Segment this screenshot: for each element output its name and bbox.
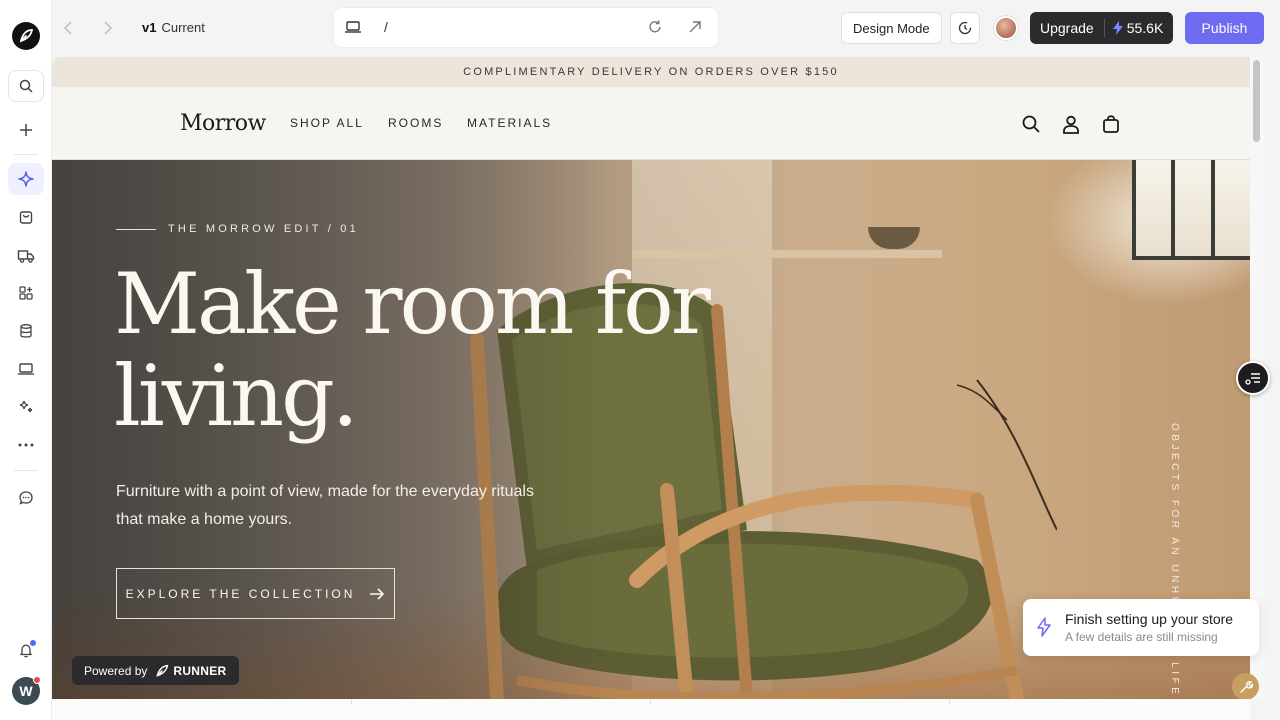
- magic-icon[interactable]: [8, 391, 44, 423]
- search-icon[interactable]: [8, 70, 44, 102]
- database-icon[interactable]: [8, 315, 44, 347]
- plus-icon[interactable]: [8, 114, 44, 146]
- hero-eyebrow: THE MORROW EDIT / 01: [116, 223, 359, 235]
- eyebrow-line: [116, 228, 156, 230]
- upgrade-button[interactable]: Upgrade 55.6K: [1030, 12, 1174, 44]
- wrench-icon[interactable]: [1232, 673, 1259, 700]
- truck-icon[interactable]: [8, 240, 44, 272]
- menu-rooms[interactable]: ROOMS: [388, 116, 443, 130]
- publish-button[interactable]: Publish: [1185, 12, 1264, 44]
- forward-arrow-icon[interactable]: [98, 18, 118, 38]
- bell-icon[interactable]: [8, 634, 44, 666]
- url-path[interactable]: /: [384, 19, 388, 35]
- rail-divider: [14, 470, 38, 471]
- preview-url-bar[interactable]: /: [334, 8, 718, 47]
- hero-vertical-text: OBJECTS FOR AN UNHURRIED LIFE: [1169, 423, 1180, 698]
- reload-icon[interactable]: [647, 19, 663, 40]
- hero-window-shape: [1132, 160, 1250, 260]
- hero-bowl-shape: [868, 227, 920, 249]
- profile-avatar[interactable]: [994, 16, 1018, 40]
- upgrade-label: Upgrade: [1040, 20, 1094, 36]
- runner-label: RUNNER: [173, 663, 227, 678]
- cart-bag-icon[interactable]: [1100, 113, 1122, 135]
- credits-value: 55.6K: [1126, 20, 1164, 36]
- setup-toast[interactable]: Finish setting up your store A few detai…: [1023, 599, 1259, 656]
- menu-shop-all[interactable]: SHOP ALL: [290, 116, 364, 130]
- history-icon[interactable]: [950, 12, 980, 44]
- cta-label: EXPLORE THE COLLECTION: [125, 586, 356, 601]
- left-sidebar: W: [0, 0, 52, 720]
- status-dot: [33, 676, 41, 684]
- chat-icon[interactable]: [8, 482, 44, 514]
- runner-brand: RUNNER: [155, 664, 226, 678]
- toast-subtitle: A few details are still missing: [1065, 630, 1218, 644]
- account-icon[interactable]: [1060, 113, 1082, 135]
- arrow-right-icon: [370, 587, 385, 600]
- version-label: Current: [161, 20, 205, 35]
- hero-eyebrow-text: THE MORROW EDIT / 01: [168, 223, 359, 235]
- lightning-icon: [1037, 617, 1051, 637]
- toast-title: Finish setting up your store: [1065, 611, 1234, 627]
- sparkle-icon[interactable]: [8, 163, 44, 195]
- store-header: Morrow SHOP ALL ROOMS MATERIALS: [52, 87, 1250, 160]
- store-brand[interactable]: Morrow: [180, 111, 266, 136]
- preview-bottom-strip: [52, 699, 1250, 720]
- announcement-bar: COMPLIMENTARY DELIVERY ON ORDERS OVER $1…: [52, 57, 1250, 87]
- user-avatar[interactable]: W: [12, 676, 41, 705]
- device-laptop-icon[interactable]: [344, 19, 362, 40]
- powered-by-text: Powered by: [84, 663, 148, 678]
- lightning-icon: [1112, 21, 1123, 35]
- top-toolbar: v1 Current / Design Mode Upgrade 55.6K Pu…: [52, 0, 1280, 56]
- design-mode-button[interactable]: Design Mode: [841, 12, 942, 44]
- hero-subtext: Furniture with a point of view, made for…: [116, 483, 534, 528]
- apps-icon[interactable]: [8, 277, 44, 309]
- credits-display: 55.6K: [1105, 20, 1174, 36]
- hero-headline-line2: living.: [114, 347, 359, 445]
- checklist-toggle-icon[interactable]: [1236, 361, 1270, 395]
- search-icon[interactable]: [1020, 113, 1042, 135]
- more-icon[interactable]: [8, 429, 44, 461]
- hero-headline: Make room for living.: [114, 258, 754, 442]
- hero-headline-line1: Make room for: [114, 255, 711, 353]
- powered-by-badge[interactable]: Powered by RUNNER: [72, 656, 239, 685]
- back-arrow-icon[interactable]: [58, 18, 78, 38]
- explore-collection-button[interactable]: EXPLORE THE COLLECTION: [116, 568, 395, 619]
- menu-materials[interactable]: MATERIALS: [467, 116, 552, 130]
- user-initial: W: [19, 683, 33, 699]
- version-indicator[interactable]: v1 Current: [142, 20, 205, 35]
- preview-scrollbar-thumb[interactable]: [1253, 60, 1260, 142]
- laptop-icon[interactable]: [8, 353, 44, 385]
- runner-logo-icon: [156, 664, 169, 677]
- app-logo-icon[interactable]: [12, 22, 40, 50]
- bag-icon[interactable]: [8, 201, 44, 233]
- open-external-icon[interactable]: [687, 19, 703, 40]
- notification-dot: [30, 640, 36, 646]
- version-tag: v1: [142, 20, 157, 35]
- rail-divider: [14, 154, 38, 155]
